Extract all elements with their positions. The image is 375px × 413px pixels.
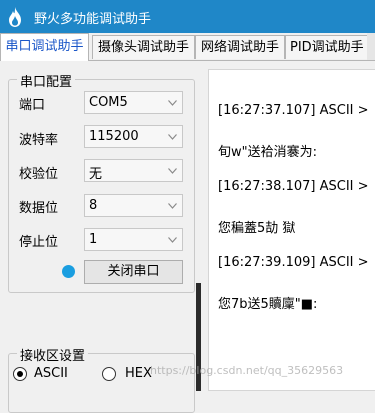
log-line: [16:27:38.107] ASCII > bbox=[218, 179, 369, 194]
log-line: [16:27:39.109] ASCII > bbox=[218, 255, 369, 270]
port-value: COM5 bbox=[89, 95, 128, 110]
chevron-down-icon bbox=[168, 168, 177, 174]
watermark-text: https://blog.csdn.net/qq_35629563 bbox=[150, 364, 344, 377]
hex-radio-label: HEX bbox=[125, 366, 152, 381]
ascii-radio-label: ASCII bbox=[34, 366, 68, 381]
stopbits-label: 停止位 bbox=[19, 235, 59, 250]
tab-serial[interactable]: 串口调试助手 bbox=[0, 33, 89, 61]
close-port-button[interactable]: 关闭串口 bbox=[84, 260, 183, 284]
tab-network[interactable]: 网络调试助手 bbox=[195, 35, 285, 59]
baud-label: 波特率 bbox=[19, 133, 59, 148]
tab-pid[interactable]: PID调试助手 bbox=[285, 35, 368, 59]
window-title: 野火多功能调试助手 bbox=[34, 12, 152, 27]
tab-camera[interactable]: 摄像头调试助手 bbox=[92, 35, 195, 59]
baud-value: 115200 bbox=[89, 129, 139, 144]
receive-settings-legend: 接收区设置 bbox=[17, 345, 89, 364]
chevron-down-icon bbox=[168, 100, 177, 106]
baud-select[interactable]: 115200 bbox=[84, 125, 183, 148]
port-label: 端口 bbox=[19, 98, 46, 113]
log-line: 您7b送5贖廩"■: bbox=[218, 297, 318, 312]
connection-status-indicator bbox=[62, 265, 75, 278]
parity-value: 无 bbox=[89, 167, 103, 182]
hex-radio[interactable] bbox=[102, 367, 116, 381]
chevron-down-icon bbox=[168, 203, 177, 209]
serial-config-legend: 串口配置 bbox=[17, 71, 76, 90]
port-select[interactable]: COM5 bbox=[84, 91, 183, 114]
left-panel: 串口配置 端口 COM5 波特率 115200 校验位 无 数据位 8 停止位 … bbox=[0, 61, 204, 413]
stopbits-value: 1 bbox=[89, 232, 98, 247]
title-bar: 野火多功能调试助手 bbox=[0, 0, 375, 33]
receive-log-area[interactable]: [16:27:37.107] ASCII > 旬w"送袷消褰为: [16:27:… bbox=[208, 69, 375, 391]
log-line: 旬w"送袷消褰为: bbox=[218, 145, 317, 160]
tab-bar: 串口调试助手 摄像头调试助手 网络调试助手 PID调试助手 bbox=[0, 33, 375, 61]
ascii-radio[interactable] bbox=[13, 367, 27, 381]
tab-scroll-area[interactable] bbox=[367, 33, 375, 60]
flame-icon bbox=[9, 7, 21, 27]
databits-value: 8 bbox=[89, 198, 98, 213]
stopbits-select[interactable]: 1 bbox=[84, 228, 183, 251]
databits-label: 数据位 bbox=[19, 201, 59, 216]
log-line: [16:27:37.107] ASCII > bbox=[218, 103, 369, 118]
parity-select[interactable]: 无 bbox=[84, 159, 183, 182]
log-line: 您稨蓋5劼 獄 bbox=[218, 221, 296, 236]
chevron-down-icon bbox=[168, 237, 177, 243]
databits-select[interactable]: 8 bbox=[84, 194, 183, 217]
receive-settings-group: 接收区设置 bbox=[8, 345, 195, 413]
chevron-down-icon bbox=[168, 134, 177, 140]
parity-label: 校验位 bbox=[19, 167, 59, 182]
